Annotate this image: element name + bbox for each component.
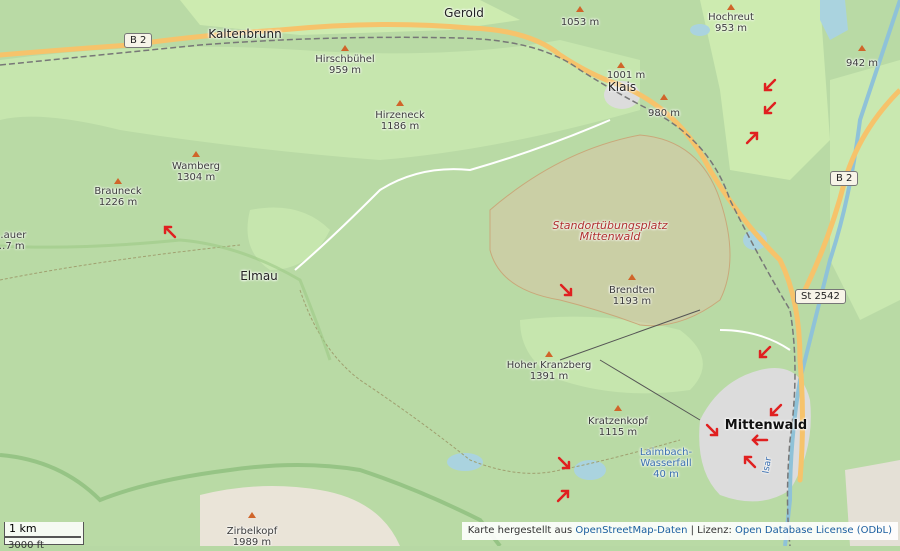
peak-icon bbox=[858, 45, 866, 51]
peak-label[interactable]: Kratzenkopf 1115 m bbox=[588, 416, 648, 438]
road-shield-b2: B 2 bbox=[124, 33, 153, 48]
peak-icon bbox=[660, 94, 668, 100]
peak-label[interactable]: Hoher Kranzberg 1391 m bbox=[507, 360, 592, 382]
peak-label[interactable]: Hochreut 953 m bbox=[708, 12, 754, 34]
town-label[interactable]: Kaltenbrunn bbox=[208, 28, 281, 40]
peak-icon bbox=[192, 151, 200, 157]
attribution-prefix: Karte hergestellt aus bbox=[467, 525, 573, 536]
scale-bar: 1 km 3000 ft bbox=[4, 522, 84, 551]
town-label-mittenwald[interactable]: Mittenwald bbox=[725, 419, 807, 432]
peak-label[interactable]: 1053 m bbox=[561, 17, 599, 28]
lake bbox=[447, 453, 483, 471]
peak-icon bbox=[248, 512, 256, 518]
peak-icon bbox=[576, 6, 584, 12]
waterfall-label[interactable]: Laimbach- Wasserfall 40 m bbox=[640, 447, 692, 480]
peak-icon bbox=[545, 351, 553, 357]
attribution-sep: | Lizenz: bbox=[690, 525, 732, 536]
peak-label[interactable]: Wamberg 1304 m bbox=[172, 161, 220, 183]
map-attribution: Karte hergestellt aus OpenStreetMap-Date… bbox=[461, 522, 898, 540]
peak-label[interactable]: …auer…7 m bbox=[0, 230, 26, 252]
osm-link[interactable]: OpenStreetMap-Daten bbox=[575, 525, 687, 536]
peak-icon bbox=[628, 274, 636, 280]
peak-icon bbox=[396, 100, 404, 106]
scale-metric: 1 km bbox=[5, 522, 81, 538]
peak-label[interactable]: 942 m bbox=[846, 58, 878, 69]
military-area-label[interactable]: Standortübungsplatz Mittenwald bbox=[552, 220, 667, 242]
town-label[interactable]: Klais bbox=[608, 81, 636, 93]
peak-icon bbox=[114, 178, 122, 184]
town-label[interactable]: Gerold bbox=[444, 7, 484, 19]
peak-label[interactable]: Hirzeneck 1186 m bbox=[375, 110, 425, 132]
peak-label[interactable]: 1001 m bbox=[607, 70, 645, 81]
peak-icon bbox=[614, 405, 622, 411]
lake bbox=[574, 460, 606, 480]
peak-icon bbox=[727, 4, 735, 10]
lake bbox=[690, 24, 710, 36]
town-label[interactable]: Elmau bbox=[240, 270, 278, 282]
peak-icon bbox=[341, 45, 349, 51]
peak-icon bbox=[617, 62, 625, 68]
peak-label[interactable]: 980 m bbox=[648, 108, 680, 119]
license-link[interactable]: Open Database License (ODbL) bbox=[735, 525, 892, 536]
peak-label[interactable]: Brendten 1193 m bbox=[609, 285, 655, 307]
road-shield-st2542: St 2542 bbox=[795, 289, 846, 304]
peak-label[interactable]: Hirschbühel 959 m bbox=[315, 54, 374, 76]
peak-label[interactable]: Brauneck 1226 m bbox=[94, 186, 141, 208]
road-shield-b2: B 2 bbox=[830, 171, 859, 186]
peak-label[interactable]: Zirbelkopf 1989 m bbox=[227, 526, 277, 548]
